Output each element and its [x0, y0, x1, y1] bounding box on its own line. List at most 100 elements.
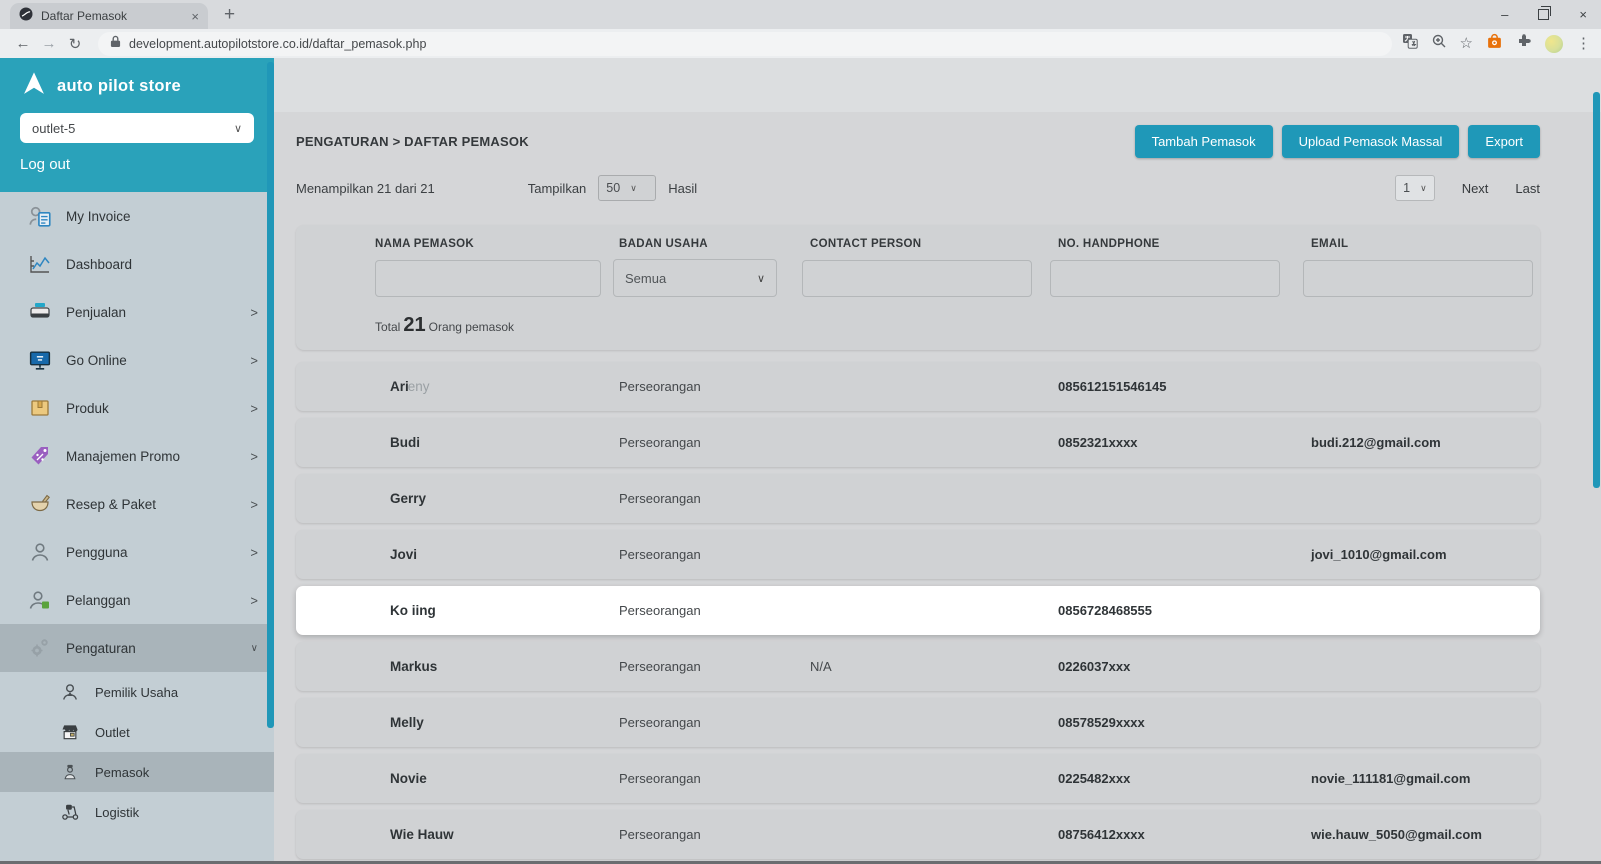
sidebar-item-label: Produk: [66, 401, 250, 416]
product-box-icon: [26, 396, 54, 420]
window-restore-button[interactable]: [1538, 9, 1549, 20]
upload-pemasok-massal-button[interactable]: Upload Pemasok Massal: [1282, 125, 1460, 158]
tab-favicon-icon: [19, 7, 33, 26]
sidebar-subitem-pemilik-usaha[interactable]: Pemilik Usaha: [0, 672, 274, 712]
table-row[interactable]: Budi Perseorangan 0852321xxxx budi.212@g…: [296, 418, 1540, 467]
supplier-name: Ko iing: [390, 603, 436, 618]
sidebar-subitem-pemasok[interactable]: Pemasok: [0, 752, 274, 792]
badan-usaha-cell: Perseorangan: [619, 379, 810, 394]
gear-icon: [26, 636, 54, 660]
browser-menu-icon[interactable]: ⋮: [1576, 35, 1591, 53]
table-row[interactable]: Markus Perseorangan N/A 0226037xxx: [296, 642, 1540, 691]
logout-link[interactable]: Log out: [20, 156, 254, 173]
sidebar-item-dashboard[interactable]: Dashboard: [0, 240, 274, 288]
cash-register-icon: [26, 300, 54, 324]
outlet-selected-value: outlet-5: [32, 121, 75, 136]
supplier-icon: [58, 762, 82, 782]
sidebar-item-pengaturan[interactable]: Pengaturan ∨: [0, 624, 274, 672]
table-row[interactable]: Gerry Perseorangan: [296, 474, 1540, 523]
bookmark-star-icon[interactable]: ☆: [1460, 35, 1473, 53]
sidebar-item-produk[interactable]: Produk >: [0, 384, 274, 432]
chevron-right-icon: >: [250, 545, 258, 560]
url-text: development.autopilotstore.co.id/daftar_…: [129, 37, 426, 51]
phone-cell: 0852321xxxx: [1058, 435, 1311, 450]
sidebar: auto pilot store outlet-5 ∨ Log out My I…: [0, 58, 274, 864]
table-row[interactable]: Novie Perseorangan 0225482xxx novie_1111…: [296, 754, 1540, 803]
supplier-name: Melly: [390, 715, 424, 730]
extensions-puzzle-icon[interactable]: [1516, 33, 1532, 54]
table-row[interactable]: Jovi Perseorangan jovi_1010@gmail.com: [296, 530, 1540, 579]
chevron-down-icon: ∨: [630, 183, 637, 194]
brand-name: auto pilot store: [57, 77, 181, 96]
lock-icon: [110, 35, 121, 53]
total-count: 21: [403, 314, 425, 336]
table-row-highlighted[interactable]: Ko iing Perseorangan 0856728468555: [296, 586, 1540, 635]
window-minimize-button[interactable]: –: [1501, 7, 1508, 22]
column-header-email: EMAIL: [1311, 238, 1540, 250]
hasil-label: Hasil: [668, 181, 697, 196]
filter-no-handphone-input[interactable]: [1050, 260, 1280, 297]
sidebar-subitem-outlet[interactable]: Outlet: [0, 712, 274, 752]
column-header-nama-pemasok: NAMA PEMASOK: [375, 238, 619, 250]
tampilkan-label: Tampilkan: [528, 181, 587, 196]
sidebar-item-manajemen-promo[interactable]: Manajemen Promo >: [0, 432, 274, 480]
outlet-selector[interactable]: outlet-5 ∨: [20, 113, 254, 143]
translate-icon[interactable]: [1402, 33, 1418, 54]
page-size-select[interactable]: 50 ∨: [598, 175, 656, 201]
export-button[interactable]: Export: [1468, 125, 1540, 158]
sidebar-item-penjualan[interactable]: Penjualan >: [0, 288, 274, 336]
sidebar-item-label: Penjualan: [66, 305, 250, 320]
back-icon[interactable]: ←: [10, 35, 36, 52]
sidebar-scrollbar[interactable]: [267, 62, 274, 728]
table-row[interactable]: Melly Perseorangan 08578529xxxx: [296, 698, 1540, 747]
total-count-line: Total21Orang pemasok: [375, 314, 1540, 337]
browser-tabstrip: Daftar Pemasok × + – ×: [0, 0, 1601, 29]
address-bar[interactable]: development.autopilotstore.co.id/daftar_…: [98, 32, 1392, 56]
zoom-icon[interactable]: [1431, 33, 1447, 54]
total-prefix: Total: [375, 320, 400, 334]
sidebar-item-pengguna[interactable]: Pengguna >: [0, 528, 274, 576]
online-store-monitor-icon: [26, 348, 54, 373]
window-close-button[interactable]: ×: [1579, 7, 1587, 22]
browser-tab[interactable]: Daftar Pemasok ×: [10, 3, 208, 29]
forward-icon[interactable]: →: [36, 35, 62, 52]
tab-close-icon[interactable]: ×: [191, 10, 199, 23]
supplier-name: Ari: [390, 379, 409, 394]
dashboard-icon: [26, 252, 54, 276]
filter-email-input[interactable]: [1303, 260, 1533, 297]
sidebar-item-resep-paket[interactable]: Resep & Paket >: [0, 480, 274, 528]
main-scrollbar[interactable]: [1593, 92, 1600, 488]
supplier-name: Markus: [390, 659, 437, 674]
sidebar-subitem-logistik[interactable]: Logistik: [0, 792, 274, 832]
sidebar-item-label: Manajemen Promo: [66, 449, 250, 464]
showing-count-text: Menampilkan 21 dari 21: [296, 181, 435, 196]
user-icon: [26, 540, 54, 564]
table-row[interactable]: Arieny Perseorangan 085612151546145: [296, 362, 1540, 411]
sidebar-item-my-invoice[interactable]: My Invoice: [0, 192, 274, 240]
page-number-value: 1: [1403, 181, 1410, 195]
chevron-down-icon: ∨: [234, 122, 242, 135]
badan-usaha-cell: Perseorangan: [619, 827, 810, 842]
main-content: PENGATURAN > DAFTAR PEMASOK Tambah Pemas…: [274, 58, 1601, 864]
filter-badan-usaha-select[interactable]: Semua ∨: [613, 259, 777, 297]
badan-usaha-cell: Perseorangan: [619, 771, 810, 786]
email-cell: novie_111181@gmail.com: [1311, 771, 1540, 786]
last-page-link[interactable]: Last: [1515, 181, 1540, 196]
filter-nama-pemasok-input[interactable]: [375, 260, 601, 297]
reload-icon[interactable]: ↻: [62, 35, 88, 53]
new-tab-button[interactable]: +: [224, 4, 235, 26]
shopping-extension-icon[interactable]: [1486, 33, 1503, 55]
filter-contact-person-input[interactable]: [802, 260, 1032, 297]
profile-avatar[interactable]: [1545, 35, 1563, 53]
badan-usaha-cell: Perseorangan: [619, 603, 810, 618]
sidebar-item-go-online[interactable]: Go Online >: [0, 336, 274, 384]
table-row[interactable]: Wie Hauw Perseorangan 08756412xxxx wie.h…: [296, 810, 1540, 859]
customer-icon: [26, 588, 54, 612]
sidebar-item-label: Pengguna: [66, 545, 250, 560]
page-number-select[interactable]: 1 ∨: [1395, 175, 1435, 201]
tambah-pemasok-button[interactable]: Tambah Pemasok: [1135, 125, 1273, 158]
sidebar-item-pelanggan[interactable]: Pelanggan >: [0, 576, 274, 624]
next-page-link[interactable]: Next: [1462, 181, 1489, 196]
sidebar-subitem-label: Pemilik Usaha: [95, 685, 178, 700]
phone-cell: 0225482xxx: [1058, 771, 1311, 786]
